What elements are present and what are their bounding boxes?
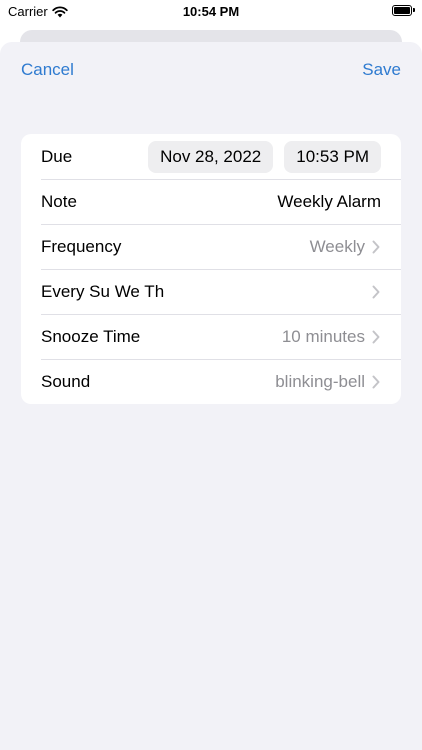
battery-icon — [392, 5, 415, 16]
due-pickers: Nov 28, 2022 10:53 PM — [148, 140, 381, 173]
snooze-label: Snooze Time — [41, 326, 141, 346]
chevron-right-icon — [372, 240, 380, 253]
modal-sheet: Cancel Save Due Nov 28, 2022 10:53 PM No… — [0, 42, 422, 750]
note-label: Note — [41, 191, 77, 211]
note-row[interactable]: Note Weekly Alarm — [21, 179, 401, 224]
frequency-value-wrap: Weekly — [310, 237, 381, 257]
sound-value-wrap: blinking-bell — [275, 372, 381, 392]
nav-bar: Cancel Save — [0, 58, 422, 84]
note-value[interactable]: Weekly Alarm — [277, 192, 381, 212]
chevron-right-icon — [372, 285, 380, 298]
sound-label: Sound — [41, 371, 91, 391]
save-button[interactable]: Save — [362, 60, 401, 80]
cancel-button[interactable]: Cancel — [21, 60, 74, 80]
due-label: Due — [41, 146, 73, 166]
snooze-value-wrap: 10 minutes — [282, 327, 381, 347]
alarm-form: Due Nov 28, 2022 10:53 PM Note Weekly Al… — [21, 134, 401, 404]
days-row[interactable]: Every Su We Th — [21, 269, 401, 314]
days-label: Every Su We Th — [41, 281, 165, 301]
snooze-row[interactable]: Snooze Time 10 minutes — [21, 314, 401, 359]
frequency-row[interactable]: Frequency Weekly — [21, 224, 401, 269]
days-value-wrap — [371, 285, 381, 299]
status-bar: Carrier 10:54 PM — [0, 0, 422, 24]
chevron-right-icon — [372, 375, 380, 388]
chevron-right-icon — [372, 330, 380, 343]
sound-row[interactable]: Sound blinking-bell — [21, 359, 401, 404]
frequency-label: Frequency — [41, 236, 122, 256]
frequency-value: Weekly — [309, 236, 365, 256]
due-row: Due Nov 28, 2022 10:53 PM — [21, 134, 401, 179]
sound-value: blinking-bell — [275, 371, 365, 391]
note-value-wrap: Weekly Alarm — [277, 192, 381, 212]
status-time: 10:54 PM — [182, 4, 240, 19]
date-picker-button[interactable]: Nov 28, 2022 — [148, 140, 274, 173]
snooze-value: 10 minutes — [281, 326, 365, 346]
time-picker-button[interactable]: 10:53 PM — [284, 140, 381, 173]
